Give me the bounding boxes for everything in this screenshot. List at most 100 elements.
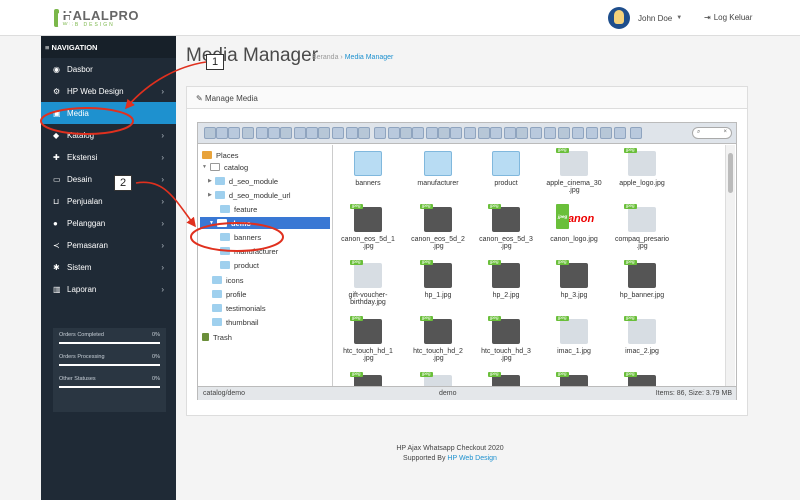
tree-node-places[interactable]: Places: [202, 149, 239, 161]
logout-button[interactable]: ⇥ Log Keluar: [704, 13, 752, 22]
file-item[interactable]: jpeg hp_banner.jpg: [608, 259, 676, 318]
file-item[interactable]: jpeg imac_2.jpg: [608, 315, 676, 374]
breadcrumb-current[interactable]: Media Manager: [345, 54, 394, 61]
tree-node-testimonials[interactable]: testimonials: [212, 302, 266, 314]
sidebar-item-penjualan[interactable]: ⊔ Penjualan ›: [41, 190, 176, 212]
toolbar-button[interactable]: [400, 127, 412, 139]
file-item[interactable]: jpeg hp_1.jpg: [404, 259, 472, 318]
tree-node-demo[interactable]: ▼ demo: [200, 217, 330, 229]
toolbar-button[interactable]: [450, 127, 462, 139]
tree-node-product[interactable]: product: [220, 259, 259, 271]
clear-icon[interactable]: ×: [723, 129, 727, 137]
toolbar-button[interactable]: [294, 127, 306, 139]
toolbar-button[interactable]: [268, 127, 280, 139]
sidebar-item-ekstensi[interactable]: ✚ Ekstensi ›: [41, 146, 176, 168]
file-item[interactable]: jpeg: [608, 371, 676, 386]
toolbar-button[interactable]: [306, 127, 318, 139]
sidebar-item-media[interactable]: ▣ Media: [41, 102, 176, 124]
file-item[interactable]: jpeg canon_eos_5d_3 .jpg: [472, 203, 540, 262]
file-item[interactable]: jpeg: [404, 371, 472, 386]
sidebar-item-pemasaran[interactable]: ≺ Pemasaran ›: [41, 234, 176, 256]
tree-node-banners[interactable]: banners: [220, 231, 261, 243]
toolbar-button[interactable]: [216, 127, 228, 139]
sidebar-item-hp-web-design[interactable]: ⚙ HP Web Design ›: [41, 80, 176, 102]
toolbar-button[interactable]: [388, 127, 400, 139]
file-item[interactable]: banners: [334, 151, 402, 206]
user-name[interactable]: John Doe: [638, 14, 672, 23]
toolbar-button[interactable]: [426, 127, 438, 139]
file-item[interactable]: jpeg gift-voucher- birthday.jpg: [334, 259, 402, 318]
footer-link[interactable]: HP Web Design: [447, 455, 497, 462]
toolbar-button[interactable]: [516, 127, 528, 139]
file-item[interactable]: jpeg: [334, 371, 402, 386]
file-item[interactable]: jpeg hp_3.jpg: [540, 259, 608, 318]
toolbar-button[interactable]: [464, 127, 476, 139]
toolbar-button[interactable]: [544, 127, 556, 139]
tree-node-d-seo-module[interactable]: ▶ d_seo_module: [208, 175, 278, 187]
tree-node-trash[interactable]: Trash: [202, 331, 232, 343]
tree-node-feature[interactable]: feature: [220, 203, 257, 215]
toolbar-button[interactable]: [438, 127, 450, 139]
toolbar-button[interactable]: [318, 127, 330, 139]
file-item[interactable]: jpeg Canon canon_logo.jpg: [540, 204, 608, 262]
tree-node-icons[interactable]: icons: [212, 274, 244, 286]
toolbar-button[interactable]: [530, 127, 542, 139]
sidebar-item-katalog[interactable]: ◆ Katalog ›: [41, 124, 176, 146]
file-item[interactable]: jpeg canon_eos_5d_2 .jpg: [404, 203, 472, 262]
toolbar-button[interactable]: [614, 127, 626, 139]
file-item[interactable]: jpeg htc_touch_hd_3 .jpg: [472, 315, 540, 374]
toolbar-button[interactable]: [346, 127, 358, 139]
sidebar-item-pelanggan[interactable]: ● Pelanggan ›: [41, 212, 176, 234]
scrollbar-thumb[interactable]: [728, 153, 733, 193]
file-item[interactable]: manufacturer: [404, 151, 472, 206]
breadcrumb-home[interactable]: Beranda: [312, 54, 338, 61]
file-item[interactable]: jpeg hp_2.jpg: [472, 259, 540, 318]
toolbar-button[interactable]: [242, 127, 254, 139]
toolbar-button[interactable]: [558, 127, 570, 139]
toolbar-button[interactable]: [490, 127, 502, 139]
toolbar-button[interactable]: [630, 127, 642, 139]
file-item[interactable]: jpeg apple_cinema_30 .jpg: [540, 147, 608, 206]
file-item[interactable]: jpeg: [540, 371, 608, 386]
sidebar-item-laporan[interactable]: ▥ Laporan ›: [41, 278, 176, 300]
tree-node-thumbnail[interactable]: thumbnail: [212, 316, 259, 328]
toolbar-button[interactable]: [478, 127, 490, 139]
file-item[interactable]: jpeg imac_1.jpg: [540, 315, 608, 374]
sidebar-item-desain[interactable]: ▭ Desain ›: [41, 168, 176, 190]
avatar[interactable]: [608, 7, 630, 29]
file-item[interactable]: jpeg: [472, 371, 540, 386]
toolbar-button[interactable]: [256, 127, 268, 139]
toolbar-button[interactable]: [358, 127, 370, 139]
toolbar-button[interactable]: [332, 127, 344, 139]
toolbar-button[interactable]: [280, 127, 292, 139]
tree-node-d-seo-module-url[interactable]: ▶ d_seo_module_url: [208, 189, 291, 201]
tree-node-catalog[interactable]: ▼ catalog: [202, 161, 248, 173]
expand-icon[interactable]: ▶: [208, 192, 212, 198]
expand-icon[interactable]: ▼: [202, 164, 207, 170]
grid-scrollbar[interactable]: [725, 145, 735, 386]
file-item[interactable]: jpeg compaq_presario .jpg: [608, 203, 676, 262]
file-item[interactable]: jpeg canon_eos_5d_1 .jpg: [334, 203, 402, 262]
toolbar-button[interactable]: [600, 127, 612, 139]
toolbar-button[interactable]: [204, 127, 216, 139]
toolbar-button[interactable]: [586, 127, 598, 139]
toolbar-button[interactable]: [504, 127, 516, 139]
caret-down-icon[interactable]: ▼: [676, 15, 682, 21]
toolbar-button[interactable]: [412, 127, 424, 139]
file-item[interactable]: jpeg htc_touch_hd_2 .jpg: [404, 315, 472, 374]
file-item[interactable]: jpeg apple_logo.jpg: [608, 147, 676, 206]
tree-node-manufacturer[interactable]: manufacturer: [220, 245, 278, 257]
expand-icon[interactable]: ▼: [209, 220, 214, 226]
toolbar-button[interactable]: [572, 127, 584, 139]
file-item[interactable]: product: [472, 151, 540, 206]
tree-node-profile[interactable]: profile: [212, 288, 246, 300]
user-menu[interactable]: John Doe ▼: [608, 7, 682, 29]
expand-icon[interactable]: ▶: [208, 178, 212, 184]
file-item[interactable]: jpeg htc_touch_hd_1 .jpg: [334, 315, 402, 374]
sidebar-item-sistem[interactable]: ✱ Sistem ›: [41, 256, 176, 278]
search-input[interactable]: ⌕ ×: [692, 127, 732, 139]
toolbar-button[interactable]: [228, 127, 240, 139]
sidebar-item-dasbor[interactable]: ◉ Dasbor: [41, 58, 176, 80]
toolbar-button[interactable]: [374, 127, 386, 139]
logo[interactable]: HALALPRO WEB DESIGN: [54, 6, 139, 30]
